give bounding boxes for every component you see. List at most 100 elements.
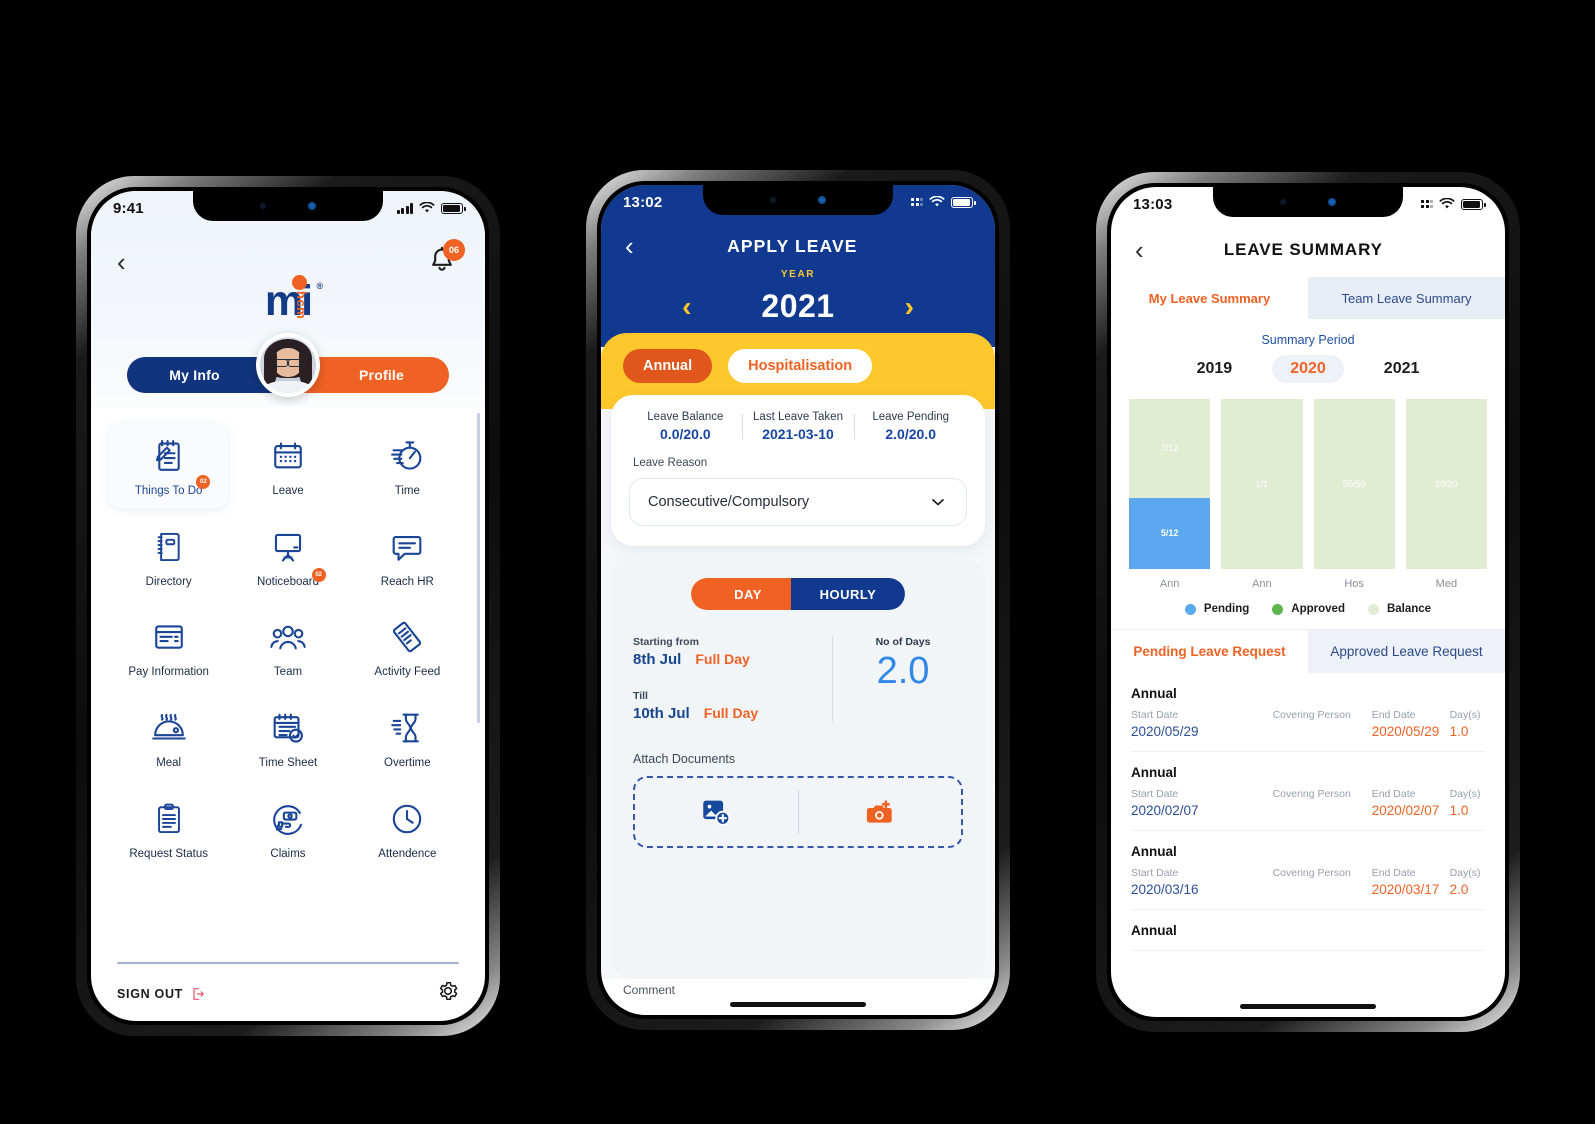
tab-team-leave-summary[interactable]: Team Leave Summary <box>1308 277 1505 319</box>
notch-1 <box>193 191 383 221</box>
year-option-2019[interactable]: 2019 <box>1179 355 1251 383</box>
legend-swatch-pending <box>1184 603 1196 615</box>
phone-3-bezel: 13:03 ‹ LEAVE SUMMARY My Leave Summary T… <box>1107 183 1509 1021</box>
menu-tile-meal[interactable]: Meal <box>109 695 228 780</box>
leave-stats: Leave Balance 0.0/20.0 Last Leave Taken … <box>629 411 967 442</box>
tab-my-leave-summary[interactable]: My Leave Summary <box>1111 277 1308 319</box>
leave-request-row[interactable]: Annual Start Date 2020/02/07 Covering Pe… <box>1131 752 1485 831</box>
people-group-icon <box>270 617 306 657</box>
leave-type-annual[interactable]: Annual <box>623 349 713 383</box>
menu-tile-noticeboard[interactable]: Noticeboard 02 <box>228 514 347 599</box>
phone-1-menu-area: Things To Do 02 Leave Time Directory Noticebo… <box>91 407 485 958</box>
menu-tile-time[interactable]: Time <box>348 423 467 508</box>
chart-bars: 7/12 5/12 1/1 50/50 20/20 <box>1129 399 1487 569</box>
column-header: Day(s) <box>1449 709 1481 721</box>
prev-year-button[interactable]: ‹ <box>682 292 691 321</box>
notifications-button[interactable]: 06 <box>425 239 465 279</box>
menu-tile-reach-hr[interactable]: Reach HR <box>348 514 467 599</box>
home-indicator <box>730 1002 866 1007</box>
menu-tile-label: Time <box>394 485 420 497</box>
next-year-button[interactable]: › <box>905 292 914 321</box>
till-date-field[interactable]: Till 10th Jul Full Day <box>633 690 822 722</box>
menu-tile-pay-information[interactable]: Pay Information <box>109 604 228 689</box>
chart-x-label-3: Med <box>1435 578 1458 590</box>
leave-duration-card: DAY HOURLY Starting from 8th Jul Full Da… <box>611 558 985 979</box>
cell-value: 2020/05/29 <box>1371 724 1440 739</box>
column-header: Day(s) <box>1449 867 1481 879</box>
menu-tile-label: Activity Feed <box>374 666 441 679</box>
comment-label[interactable]: Comment <box>601 979 995 997</box>
toggle-hourly[interactable]: HOURLY <box>791 578 905 610</box>
menu-scrollbar[interactable] <box>477 413 480 723</box>
back-button[interactable]: ‹ <box>117 249 126 275</box>
request-start-date: Start Date 2020/03/16 <box>1131 867 1273 897</box>
menu-tile-team[interactable]: Team <box>228 604 347 689</box>
menu-tile-claims[interactable]: Claims <box>228 786 347 871</box>
year-option-2020[interactable]: 2020 <box>1272 355 1344 383</box>
year-value: 2021 <box>761 288 835 324</box>
menu-tile-request-status[interactable]: Request Status <box>109 786 228 871</box>
request-days: Day(s) 1.0 <box>1450 709 1485 739</box>
battery-icon <box>1461 198 1486 210</box>
avatar[interactable] <box>256 333 320 397</box>
payslip-icon <box>152 617 186 657</box>
no-of-days-block: No of Days 2.0 <box>843 636 963 722</box>
front-camera-icon <box>818 196 826 204</box>
legend-label-balance: Balance <box>1386 603 1432 615</box>
menu-tile-things-to-do[interactable]: Things To Do 02 <box>109 423 229 508</box>
date-range-fields: Starting from 8th Jul Full Day Till 10th… <box>633 636 822 722</box>
bar-segment-balance: 7/12 <box>1129 399 1211 498</box>
leave-request-row[interactable]: Annual Start Date 2020/03/16 Covering Pe… <box>1131 831 1485 910</box>
request-covering-person: Covering Person <box>1273 788 1372 818</box>
page-title: LEAVE SUMMARY <box>1223 240 1383 259</box>
menu-tile-label: Directory <box>145 575 192 588</box>
sign-out-button[interactable]: SIGN OUT <box>117 986 206 1002</box>
start-date-field[interactable]: Starting from 8th Jul Full Day <box>633 636 822 668</box>
phone-device-2: 13:02 ‹ APPLY LEAVE YEAR ‹ 2021 › Annual… <box>586 170 1010 1030</box>
start-date-value: 8th Jul <box>633 651 682 668</box>
phone-1-screen: 9:41 ‹ 06 mi hcm ® My Info Profile Thing… <box>91 191 485 1021</box>
wifi-icon <box>929 196 945 207</box>
front-camera-icon <box>1328 198 1336 206</box>
leave-request-row[interactable]: Annual <box>1131 910 1485 951</box>
phone-2-bezel: 13:02 ‹ APPLY LEAVE YEAR ‹ 2021 › Annual… <box>597 181 999 1019</box>
phone-1-navbar: ‹ 06 <box>91 231 485 283</box>
toggle-day[interactable]: DAY <box>691 578 805 610</box>
menu-tile-time-sheet[interactable]: Time Sheet <box>228 695 347 780</box>
menu-tile-activity-feed[interactable]: Activity Feed <box>348 604 467 689</box>
chart-x-label-0: Ann <box>1159 578 1180 590</box>
menu-tile-attendence[interactable]: Attendence <box>348 786 467 871</box>
menu-tile-label: Team <box>273 666 303 679</box>
leave-request-row[interactable]: Annual Start Date 2020/05/29 Covering Pe… <box>1131 673 1485 752</box>
menu-tile-directory[interactable]: Directory <box>109 514 228 599</box>
tab-approved-leave-request[interactable]: Approved Leave Request <box>1308 630 1505 673</box>
column-header: End Date <box>1371 867 1416 879</box>
request-days: Day(s) 1.0 <box>1450 788 1485 818</box>
attach-camera-button[interactable] <box>799 778 962 846</box>
app-logo: mi hcm ® <box>91 275 485 326</box>
year-option-2021[interactable]: 2021 <box>1366 355 1438 383</box>
attach-gallery-button[interactable] <box>635 778 798 846</box>
leave-type-hospitalisation[interactable]: Hospitalisation <box>728 349 873 383</box>
menu-tile-leave[interactable]: Leave <box>228 423 347 508</box>
earpiece-speaker-icon <box>1280 199 1286 205</box>
menu-tile-overtime[interactable]: Overtime <box>348 695 467 780</box>
home-indicator <box>1240 1004 1376 1009</box>
cell-value: 2020/05/29 <box>1131 724 1199 739</box>
column-header: Covering Person <box>1272 867 1351 879</box>
stat-label: Leave Balance <box>647 411 724 423</box>
tab-pending-leave-request[interactable]: Pending Leave Request <box>1111 630 1308 673</box>
profile-segment-control: My Info Profile <box>127 333 449 397</box>
settings-button[interactable] <box>437 980 459 1007</box>
leave-reason-select[interactable]: Consecutive/Compulsory <box>629 478 967 526</box>
notch-3 <box>1213 187 1403 217</box>
chart-bar-2: 50/50 <box>1313 399 1395 569</box>
request-tabs: Pending Leave Request Approved Leave Req… <box>1111 629 1505 673</box>
tile-badge: 02 <box>311 567 326 582</box>
till-date-value: 10th Jul <box>633 705 690 722</box>
add-camera-icon <box>866 800 892 823</box>
calendar-check-icon <box>271 708 305 748</box>
request-start-date: Start Date 2020/02/07 <box>1131 788 1273 818</box>
stat-value: 2.0/20.0 <box>885 426 936 442</box>
stat-label: Last Leave Taken <box>753 411 843 423</box>
